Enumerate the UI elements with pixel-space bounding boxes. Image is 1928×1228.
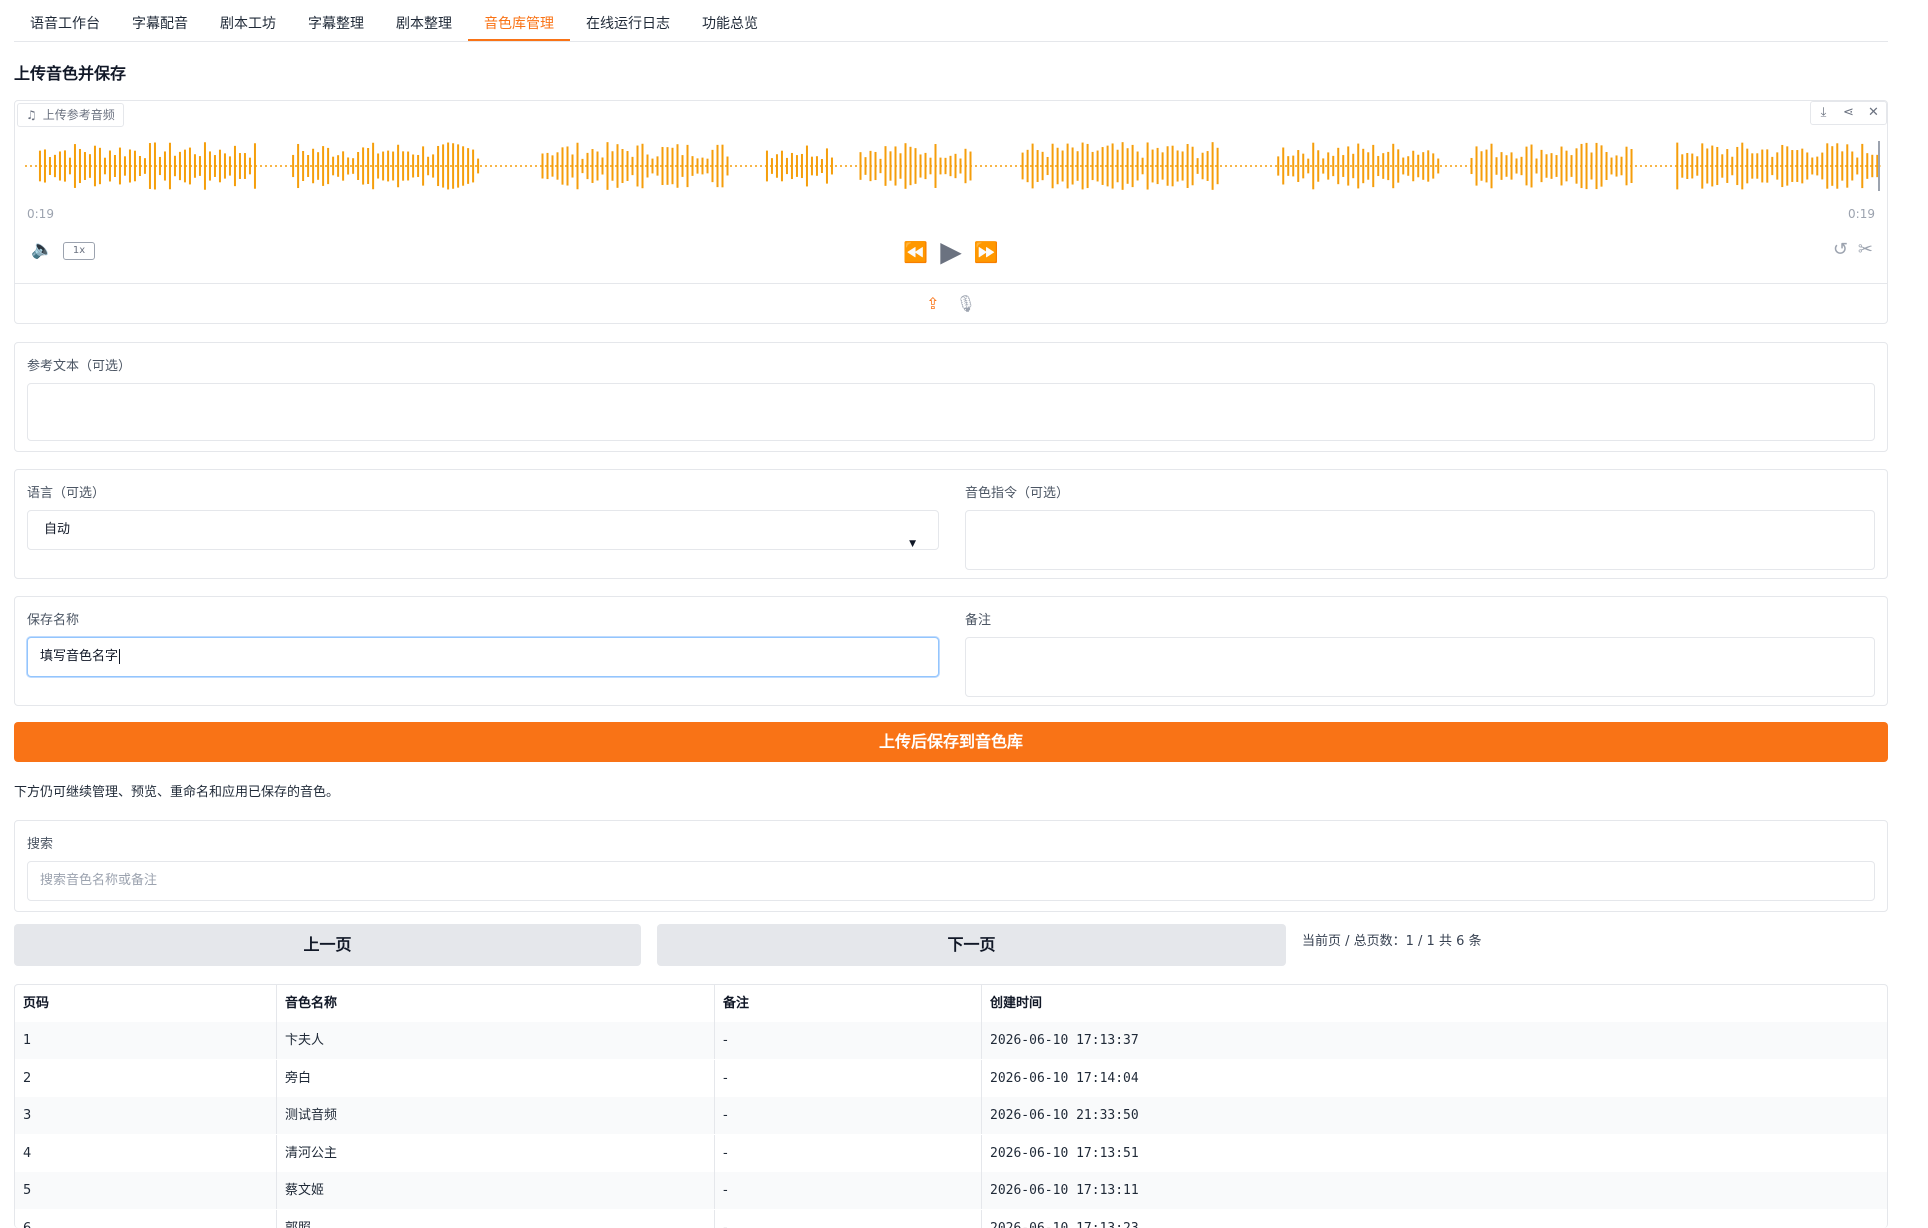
search-panel: 搜索 搜索音色名称或备注 <box>14 820 1888 912</box>
cell-remark: - <box>715 1209 982 1228</box>
page-info: 当前页 / 总页数：1 / 1 共 6 条 <box>1302 934 1482 949</box>
music-note-icon: ♫ <box>26 108 37 122</box>
language-instruction-panel: 语言（可选） 自动 ▼ 音色指令（可选） <box>14 469 1888 579</box>
cell-created: 2026-06-10 21:33:50 <box>990 1108 1139 1123</box>
cell-remark: - <box>715 1022 982 1059</box>
table-header: 页码 音色名称 备注 创建时间 <box>15 985 1887 1022</box>
audio-label: ♫ 上传参考音频 <box>17 103 124 127</box>
rewind-icon[interactable]: ⏪ <box>903 240 928 264</box>
ref-text-panel: 参考文本（可选） <box>14 342 1888 452</box>
undo-icon[interactable]: ↺ <box>1833 239 1848 260</box>
dropdown-arrow-icon: ▼ <box>909 539 916 549</box>
cell-page: 4 <box>15 1134 277 1172</box>
cell-voice-name: 卞夫人 <box>277 1022 715 1059</box>
cell-voice-name: 测试音频 <box>277 1097 715 1134</box>
microphone-icon[interactable]: 🎙 <box>956 294 976 313</box>
cell-page: 3 <box>15 1097 277 1134</box>
trim-scissors-icon[interactable]: ✂ <box>1858 239 1873 260</box>
download-icon[interactable]: ⤓ <box>1811 102 1836 124</box>
audio-player: ♫ 上传参考音频 ⤓ ⋖ ✕ 0:19 0:19 🔈 1x ⏪ ▶ ⏩ ↺ ✂ ⇪… <box>14 100 1888 324</box>
header-created[interactable]: 创建时间 <box>982 985 1887 1022</box>
playback-speed-button[interactable]: 1x <box>63 242 95 260</box>
cell-voice-name: 清河公主 <box>277 1134 715 1172</box>
cell-page: 6 <box>15 1209 277 1228</box>
language-select[interactable]: 自动 ▼ <box>27 510 939 550</box>
cell-voice-name: 蔡文姬 <box>277 1172 715 1209</box>
cell-voice-name: 郭照 <box>277 1209 715 1228</box>
tab-subtitle-organize[interactable]: 字幕整理 <box>292 8 380 41</box>
save-name-panel: 保存名称 填写音色名字 备注 <box>14 596 1888 706</box>
tab-voice-workbench[interactable]: 语音工作台 <box>14 8 116 41</box>
cell-page: 2 <box>15 1059 277 1097</box>
language-value: 自动 <box>44 522 71 537</box>
waveform[interactable] <box>25 136 1881 196</box>
table-row[interactable]: 1 卞夫人 -2026-06-10 17:13:37 <box>15 1022 1887 1059</box>
save-to-library-button[interactable]: 上传后保存到音色库 <box>14 722 1888 762</box>
voice-instruction-label: 音色指令（可选） <box>965 486 1070 501</box>
cell-created: 2026-06-10 17:13:37 <box>990 1033 1139 1048</box>
section-title: 上传音色并保存 <box>14 64 127 83</box>
search-input[interactable]: 搜索音色名称或备注 <box>27 861 1875 901</box>
total-time: 0:19 <box>1848 207 1875 221</box>
upload-icon[interactable]: ⇪ <box>926 294 939 313</box>
table-row[interactable]: 3 测试音频 -2026-06-10 21:33:50 <box>15 1097 1887 1134</box>
save-name-input[interactable]: 填写音色名字 <box>27 637 939 677</box>
tab-feature-overview[interactable]: 功能总览 <box>686 8 774 41</box>
table-row[interactable]: 4 清河公主 -2026-06-10 17:13:51 <box>15 1134 1887 1172</box>
remark-label: 备注 <box>965 613 992 628</box>
tab-online-logs[interactable]: 在线运行日志 <box>570 8 686 41</box>
prev-page-button[interactable]: 上一页 <box>14 924 641 966</box>
cell-remark: - <box>715 1172 982 1209</box>
table-row[interactable]: 5 蔡文姬 -2026-06-10 17:13:11 <box>15 1172 1887 1209</box>
play-icon[interactable]: ▶ <box>940 235 962 268</box>
fast-forward-icon[interactable]: ⏩ <box>974 240 999 264</box>
cell-page: 5 <box>15 1172 277 1209</box>
tab-bar: 语音工作台 字幕配音 剧本工坊 字幕整理 剧本整理 音色库管理 在线运行日志 功… <box>14 8 1888 42</box>
header-page[interactable]: 页码 <box>15 985 277 1022</box>
cell-page: 1 <box>15 1022 277 1059</box>
tab-voice-library[interactable]: 音色库管理 <box>468 8 570 41</box>
cell-remark: - <box>715 1097 982 1134</box>
voice-instruction-input[interactable] <box>965 510 1875 570</box>
ref-text-input[interactable] <box>27 383 1875 441</box>
tab-subtitle-dubbing[interactable]: 字幕配音 <box>116 8 204 41</box>
share-icon[interactable]: ⋖ <box>1836 102 1861 124</box>
cell-remark: - <box>715 1059 982 1097</box>
table-row[interactable]: 6 郭照 -2026-06-10 17:13:23 <box>15 1209 1887 1228</box>
cell-created: 2026-06-10 17:13:23 <box>990 1220 1139 1228</box>
hint-text: 下方仍可继续管理、预览、重命名和应用已保存的音色。 <box>14 785 340 800</box>
current-time: 0:19 <box>27 207 54 221</box>
language-label: 语言（可选） <box>27 486 106 501</box>
cell-created: 2026-06-10 17:13:51 <box>990 1145 1139 1161</box>
remark-input[interactable] <box>965 637 1875 697</box>
audio-actions: ⤓ ⋖ ✕ <box>1810 101 1887 125</box>
cell-remark: - <box>715 1134 982 1172</box>
search-label: 搜索 <box>27 837 54 852</box>
tab-script-workshop[interactable]: 剧本工坊 <box>204 8 292 41</box>
header-voice-name[interactable]: 音色名称 <box>277 985 715 1022</box>
header-remark[interactable]: 备注 <box>715 985 982 1022</box>
cell-voice-name: 旁白 <box>277 1059 715 1097</box>
voice-table: 页码 音色名称 备注 创建时间 1 卞夫人 -2026-06-10 17:13:37… <box>14 984 1888 1228</box>
cell-created: 2026-06-10 17:14:04 <box>990 1070 1139 1086</box>
next-page-button[interactable]: 下一页 <box>657 924 1286 966</box>
cell-created: 2026-06-10 17:13:11 <box>990 1183 1139 1198</box>
volume-icon[interactable]: 🔈 <box>31 239 53 260</box>
table-row[interactable]: 2 旁白 -2026-06-10 17:14:04 <box>15 1059 1887 1097</box>
tab-script-organize[interactable]: 剧本整理 <box>380 8 468 41</box>
save-name-label: 保存名称 <box>27 613 80 628</box>
close-icon[interactable]: ✕ <box>1861 102 1886 124</box>
ref-text-label: 参考文本（可选） <box>27 359 132 374</box>
